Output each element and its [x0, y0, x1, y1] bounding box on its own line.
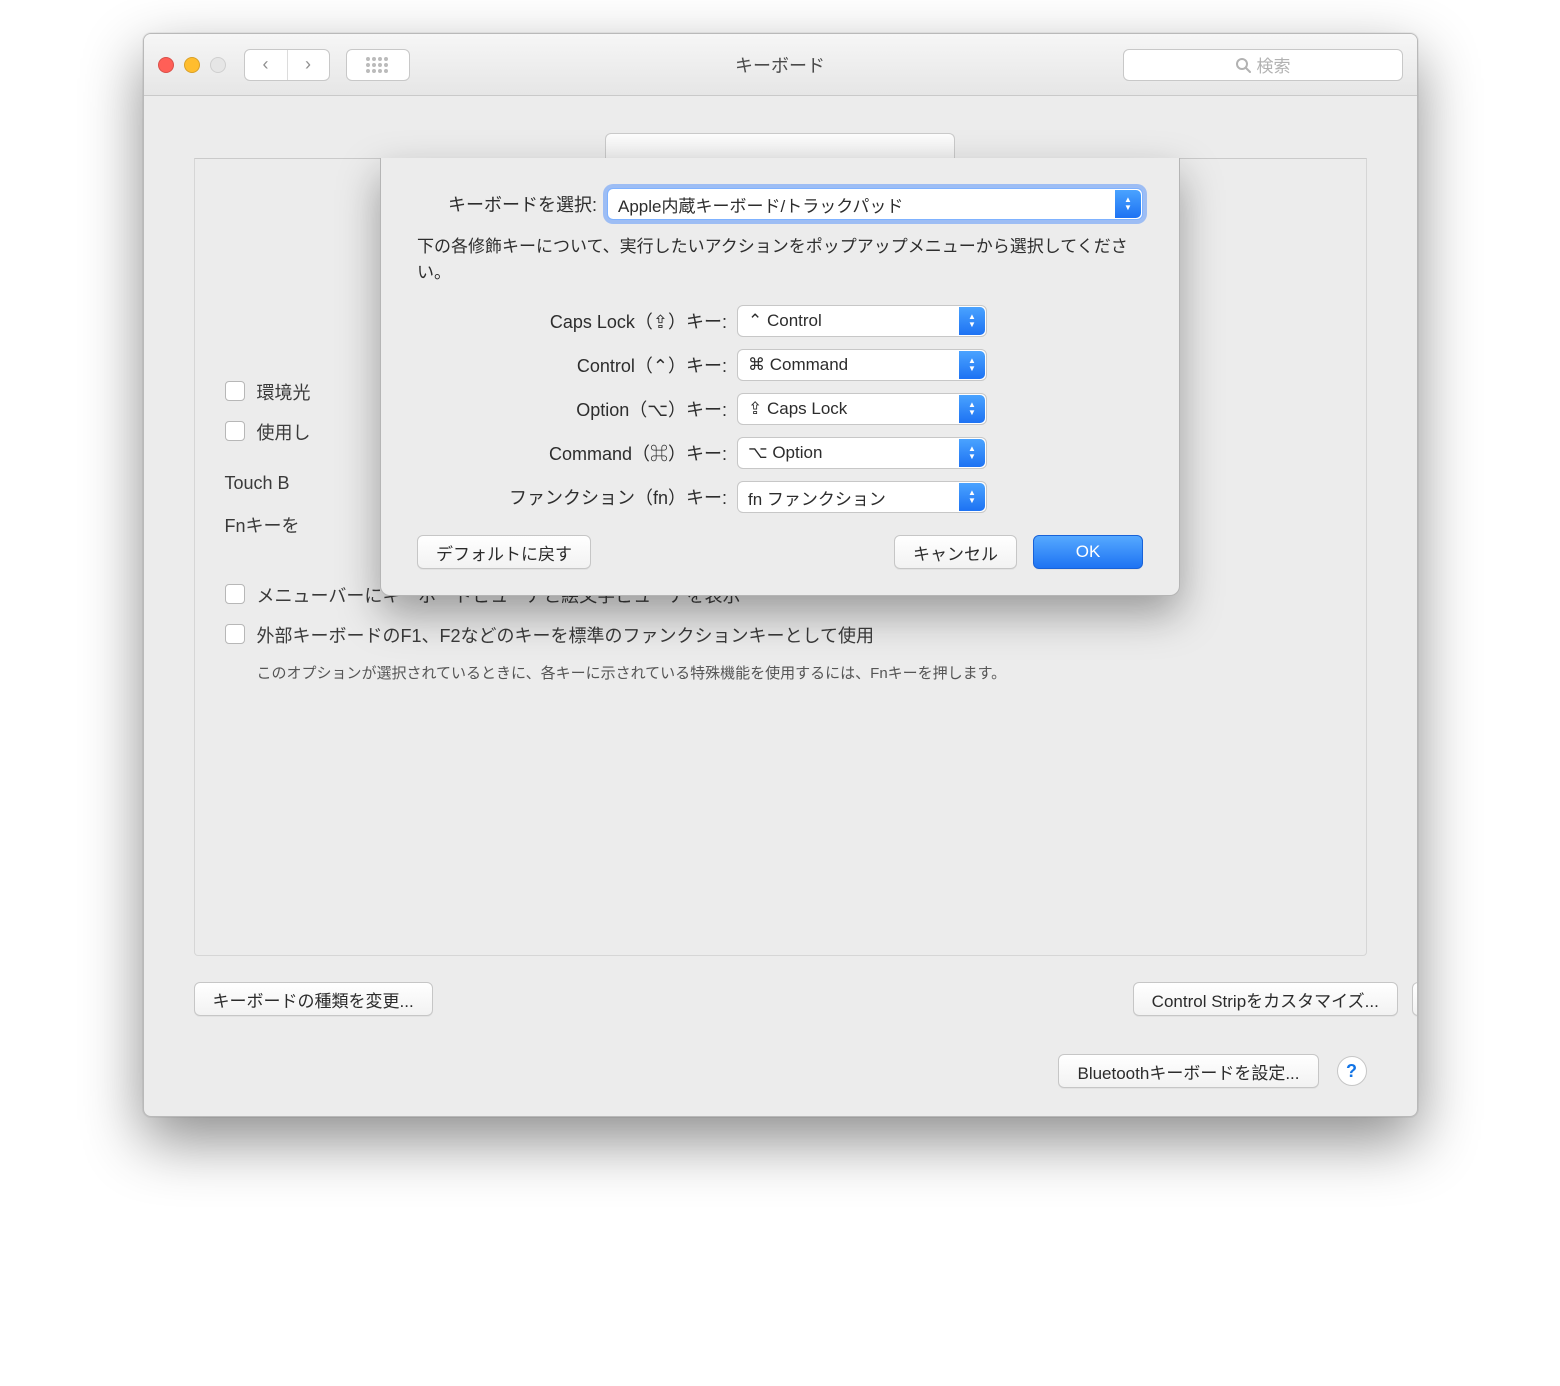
close-icon[interactable] [158, 57, 174, 73]
capslock-label: Caps Lock（⇪）キー: [417, 308, 727, 334]
footer: Bluetoothキーボードを設定... ? [1058, 1054, 1366, 1088]
menubar-viewer-checkbox[interactable] [225, 584, 245, 604]
fn-row: ファンクション（fn）キー: fn ファンクション [417, 481, 1143, 513]
prefs-window: ‹ › キーボード 検索 環境光 使用し [143, 33, 1418, 1117]
option-popup[interactable]: ⇪ Caps Lock [737, 393, 987, 425]
search-icon [1235, 57, 1251, 73]
chevron-updown-icon [1115, 190, 1141, 218]
fn-key-label: ファンクション（fn）キー: [417, 484, 727, 510]
chevron-updown-icon [959, 483, 985, 511]
search-field[interactable]: 検索 [1123, 49, 1403, 81]
control-value: ⌘ Command [748, 355, 848, 375]
control-popup[interactable]: ⌘ Command [737, 349, 987, 381]
use-checkbox[interactable] [225, 421, 245, 441]
use-label: 使用し [257, 419, 311, 445]
help-button[interactable]: ? [1337, 1056, 1367, 1086]
select-keyboard-popup[interactable]: Apple内蔵キーボード/トラックパッド [607, 188, 1143, 220]
show-all-button[interactable] [346, 49, 410, 81]
content-area: 環境光 使用し Touch B Fnキーを メニューバーにキーボードビューアと絵… [144, 96, 1417, 1116]
cancel-button[interactable]: キャンセル [894, 535, 1017, 569]
chevron-updown-icon [959, 351, 985, 379]
chevron-updown-icon [959, 439, 985, 467]
sheet-button-row: デフォルトに戻す キャンセル OK [417, 535, 1143, 569]
fn-value: fn ファンクション [748, 485, 886, 510]
external-fn-label: 外部キーボードのF1、F2などのキーを標準のファンクションキーとして使用 [257, 622, 874, 648]
bluetooth-keyboard-button[interactable]: Bluetoothキーボードを設定... [1058, 1054, 1318, 1088]
command-value: ⌥ Option [748, 443, 822, 463]
minimize-icon[interactable] [184, 57, 200, 73]
zoom-icon[interactable] [210, 57, 226, 73]
back-button[interactable]: ‹ [245, 50, 287, 80]
help-icon: ? [1346, 1061, 1357, 1082]
grid-icon [365, 56, 391, 74]
capslock-row: Caps Lock（⇪）キー: ⌃ Control [417, 305, 1143, 337]
forward-button[interactable]: › [287, 50, 329, 80]
option-label: Option（⌥）キー: [417, 396, 727, 422]
select-keyboard-label: キーボードを選択: [417, 191, 597, 217]
select-keyboard-row: キーボードを選択: Apple内蔵キーボード/トラックパッド [417, 188, 1143, 220]
command-popup[interactable]: ⌥ Option [737, 437, 987, 469]
customize-control-strip-button[interactable]: Control Stripをカスタマイズ... [1133, 982, 1398, 1016]
capslock-value: ⌃ Control [748, 311, 822, 331]
bottom-button-row: キーボードの種類を変更... Control Stripをカスタマイズ... 修… [194, 982, 1367, 1016]
sheet-instruction: 下の各修飾キーについて、実行したいアクションをポップアップメニューから選択してく… [417, 234, 1143, 285]
external-fn-row: 外部キーボードのF1、F2などのキーを標準のファンクションキーとして使用 [225, 622, 1336, 648]
command-label: Command（⌘）キー: [417, 440, 727, 466]
chevron-updown-icon [959, 307, 985, 335]
ambient-light-label: 環境光 [257, 379, 311, 405]
chevron-updown-icon [959, 395, 985, 423]
nav-back-forward: ‹ › [244, 49, 330, 81]
modifier-keys-button[interactable]: 修飾キー... [1412, 982, 1418, 1016]
ambient-light-checkbox[interactable] [225, 381, 245, 401]
external-fn-note: このオプションが選択されているときに、各キーに示されている特殊機能を使用するには… [257, 662, 1157, 683]
change-keyboard-type-button[interactable]: キーボードの種類を変更... [194, 982, 433, 1016]
ok-button[interactable]: OK [1033, 535, 1143, 569]
modifier-keys-sheet: キーボードを選択: Apple内蔵キーボード/トラックパッド 下の各修飾キーにつ… [380, 158, 1180, 596]
option-row: Option（⌥）キー: ⇪ Caps Lock [417, 393, 1143, 425]
command-row: Command（⌘）キー: ⌥ Option [417, 437, 1143, 469]
external-fn-checkbox[interactable] [225, 624, 245, 644]
option-value: ⇪ Caps Lock [748, 399, 847, 419]
restore-defaults-button[interactable]: デフォルトに戻す [417, 535, 591, 569]
search-placeholder: 検索 [1257, 52, 1291, 77]
select-keyboard-value: Apple内蔵キーボード/トラックパッド [618, 192, 903, 217]
traffic-lights [158, 57, 226, 73]
fn-popup[interactable]: fn ファンクション [737, 481, 987, 513]
titlebar: ‹ › キーボード 検索 [144, 34, 1417, 96]
tab-ridge [605, 133, 955, 159]
capslock-popup[interactable]: ⌃ Control [737, 305, 987, 337]
control-row: Control（⌃）キー: ⌘ Command [417, 349, 1143, 381]
control-label: Control（⌃）キー: [417, 352, 727, 378]
